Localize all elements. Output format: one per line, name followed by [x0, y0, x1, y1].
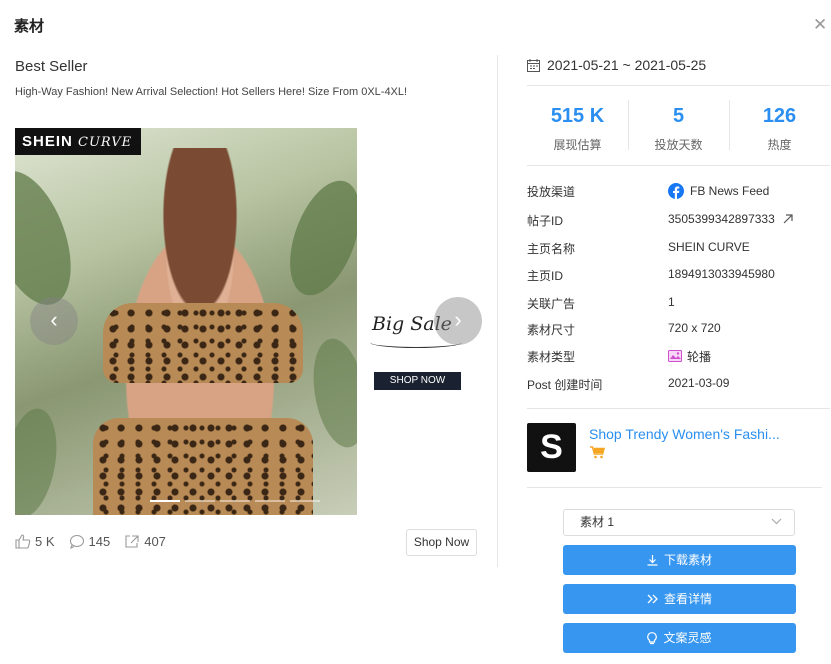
carousel-type-icon [668, 350, 682, 362]
metric-value: 5 [672, 105, 685, 127]
comment-count: 145 [88, 534, 111, 549]
view-details-button[interactable]: 查看详情 [563, 584, 796, 614]
share-count: 407 [144, 534, 166, 549]
info-row-channel: 投放渠道 FB News Feed [527, 183, 827, 203]
chevron-down-icon [771, 518, 782, 525]
info-value: 1 [668, 295, 675, 309]
carousel-prev-button[interactable]: ‹ [30, 297, 78, 345]
like-icon [15, 534, 31, 549]
info-value: 轮播 [687, 350, 712, 364]
carousel-dot[interactable] [220, 500, 250, 502]
metric-impressions: 515 K 展现估算 [527, 105, 628, 153]
ad-title: Best Seller [15, 58, 88, 75]
post-id-value: 3505399342897333 [668, 212, 775, 226]
external-link-icon[interactable] [782, 213, 794, 225]
inspire-label: 文案灵感 [663, 631, 712, 645]
brand-overlay-logo: SHEIN CURVE [15, 128, 141, 155]
info-key: 素材类型 [527, 350, 576, 364]
info-row-post-created: Post 创建时间 2021-03-09 [527, 376, 827, 396]
download-icon [647, 554, 658, 566]
carousel-dot[interactable] [185, 500, 215, 502]
info-key: 主页名称 [527, 242, 576, 256]
double-chevron-right-icon [647, 594, 658, 604]
share-icon [125, 535, 139, 548]
copy-inspiration-button[interactable]: 文案灵感 [563, 623, 796, 653]
shop-now-button[interactable]: Shop Now [406, 529, 477, 556]
cart-icon [590, 446, 605, 459]
dialog-title: 素材 [14, 18, 45, 35]
carousel-dot[interactable] [255, 500, 285, 502]
material-select-value: 素材 1 [580, 515, 615, 529]
download-material-button[interactable]: 下载素材 [563, 545, 796, 575]
info-row-related-ads: 关联广告 1 [527, 295, 827, 315]
info-value: 1894913033945980 [668, 267, 775, 281]
info-key: 主页ID [527, 269, 564, 283]
info-value: 720 x 720 [668, 321, 721, 335]
bulb-icon [647, 631, 658, 644]
info-key: 帖子ID [527, 214, 564, 228]
download-label: 下载素材 [663, 553, 712, 567]
info-key: 素材尺寸 [527, 323, 576, 337]
divider [527, 165, 830, 166]
metric-value: 515 K [550, 105, 605, 127]
date-range: 2021-05-21 ~ 2021-05-25 [527, 57, 706, 73]
carousel-dot[interactable] [290, 500, 320, 502]
info-row-media-size: 素材尺寸 720 x 720 [527, 321, 827, 341]
metric-label: 展现估算 [553, 138, 602, 152]
metric-value: 126 [762, 105, 797, 127]
metric-days: 5 投放天数 [628, 105, 729, 153]
close-icon[interactable]: ✕ [813, 16, 827, 33]
info-row-media-type: 素材类型 轮播 [527, 348, 827, 368]
info-row-page-id: 主页ID 1894913033945980 [527, 267, 827, 287]
comment-icon [69, 534, 84, 549]
carousel-indicators [150, 500, 325, 518]
info-value: FB News Feed [690, 184, 770, 198]
material-select[interactable]: 素材 1 [563, 509, 795, 536]
date-range-text: 2021-05-21 ~ 2021-05-25 [547, 57, 707, 73]
slide-shop-now-tag: SHOP NOW [374, 372, 461, 390]
carousel-dot[interactable] [150, 500, 180, 502]
metric-heat: 126 热度 [729, 105, 830, 153]
details-label: 查看详情 [663, 592, 712, 606]
leopard-top [103, 303, 303, 383]
vertical-divider [497, 55, 498, 567]
metric-label: 投放天数 [654, 138, 703, 152]
info-value: SHEIN CURVE [668, 240, 750, 254]
divider [527, 487, 822, 488]
ad-text: High-Way Fashion! New Arrival Selection!… [15, 86, 408, 98]
info-row-post-id: 帖子ID 3505399342897333 [527, 212, 827, 232]
engagement-stats: 5 K 145 407 [15, 534, 180, 549]
divider [527, 408, 830, 409]
like-count: 5 K [35, 534, 55, 549]
brand-logo: S [527, 423, 576, 472]
calendar-icon [527, 58, 540, 72]
divider [527, 85, 830, 86]
metric-label: 热度 [767, 138, 792, 152]
product-link[interactable]: Shop Trendy Women's Fashi... [589, 426, 780, 442]
info-row-page-name: 主页名称 SHEIN CURVE [527, 240, 827, 260]
carousel-next-button[interactable]: › [434, 297, 482, 345]
info-key: Post 创建时间 [527, 378, 603, 392]
info-value: 2021-03-09 [668, 376, 730, 390]
facebook-icon [668, 183, 684, 199]
info-key: 关联广告 [527, 297, 576, 311]
info-key: 投放渠道 [527, 185, 576, 199]
